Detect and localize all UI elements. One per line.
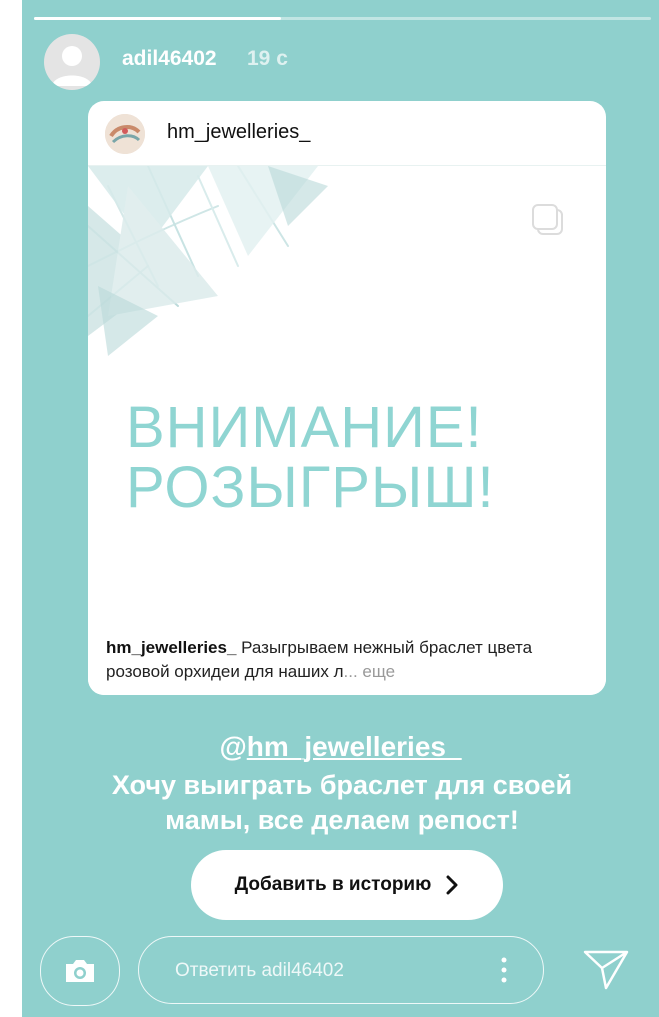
caption-username[interactable]: hm_jewelleries_ (106, 638, 236, 657)
multiple-posts-icon (532, 204, 563, 235)
story-viewer: adil46402 19 с hm_jewelleries_ ВНИМАНИЕ!… (22, 0, 659, 1017)
story-timestamp: 19 с (247, 47, 288, 70)
story-progress-bar (34, 17, 651, 20)
left-edge (0, 0, 22, 1017)
mention-at: @ (219, 731, 247, 762)
shared-post-caption: hm_jewelleries_ Разыгрываем нежный брасл… (106, 636, 596, 684)
shared-post-header: hm_jewelleries_ (88, 101, 606, 166)
story-message-line-1: Хочу выиграть браслет для своей (111, 770, 573, 800)
add-to-story-label: Добавить в историю (234, 874, 432, 895)
headline-line-1: ВНИМАНИЕ! (126, 395, 483, 460)
chevron-right-icon (446, 875, 458, 895)
story-message-line-2: мамы, все делаем репост! (165, 805, 519, 835)
shared-post-avatar[interactable] (105, 114, 145, 154)
story-message: Хочу выиграть браслет для своей мамы, вс… (62, 768, 622, 838)
camera-icon (66, 960, 94, 982)
shared-post-username[interactable]: hm_jewelleries_ (167, 121, 310, 144)
story-username[interactable]: adil46402 (122, 47, 217, 71)
bracelet-photo-icon (105, 114, 145, 154)
shared-post-card[interactable]: hm_jewelleries_ ВНИМАНИЕ! РОЗЫГРЫШ! hm_j… (88, 101, 606, 695)
default-avatar-icon (52, 46, 92, 86)
mention-handle[interactable]: hm_jewelleries_ (247, 731, 462, 762)
reply-placeholder: Ответить adil46402 (175, 960, 344, 981)
camera-button[interactable] (40, 936, 120, 1006)
more-vertical-icon[interactable] (501, 955, 507, 985)
reply-input[interactable]: Ответить adil46402 (138, 936, 544, 1004)
headline-line-2: РОЗЫГРЫШ! (126, 455, 495, 520)
story-mention[interactable]: @hm_jewelleries_ (22, 731, 659, 763)
post-headline: ВНИМАНИЕ! РОЗЫГРЫШ! (126, 398, 596, 518)
send-icon[interactable] (582, 948, 630, 992)
shared-post-image[interactable]: ВНИМАНИЕ! РОЗЫГРЫШ! (88, 166, 606, 695)
user-avatar[interactable] (44, 34, 100, 90)
caption-more-link[interactable]: ... еще (344, 662, 396, 681)
add-to-story-button[interactable]: Добавить в историю (191, 850, 503, 920)
story-progress-fill (34, 17, 281, 20)
